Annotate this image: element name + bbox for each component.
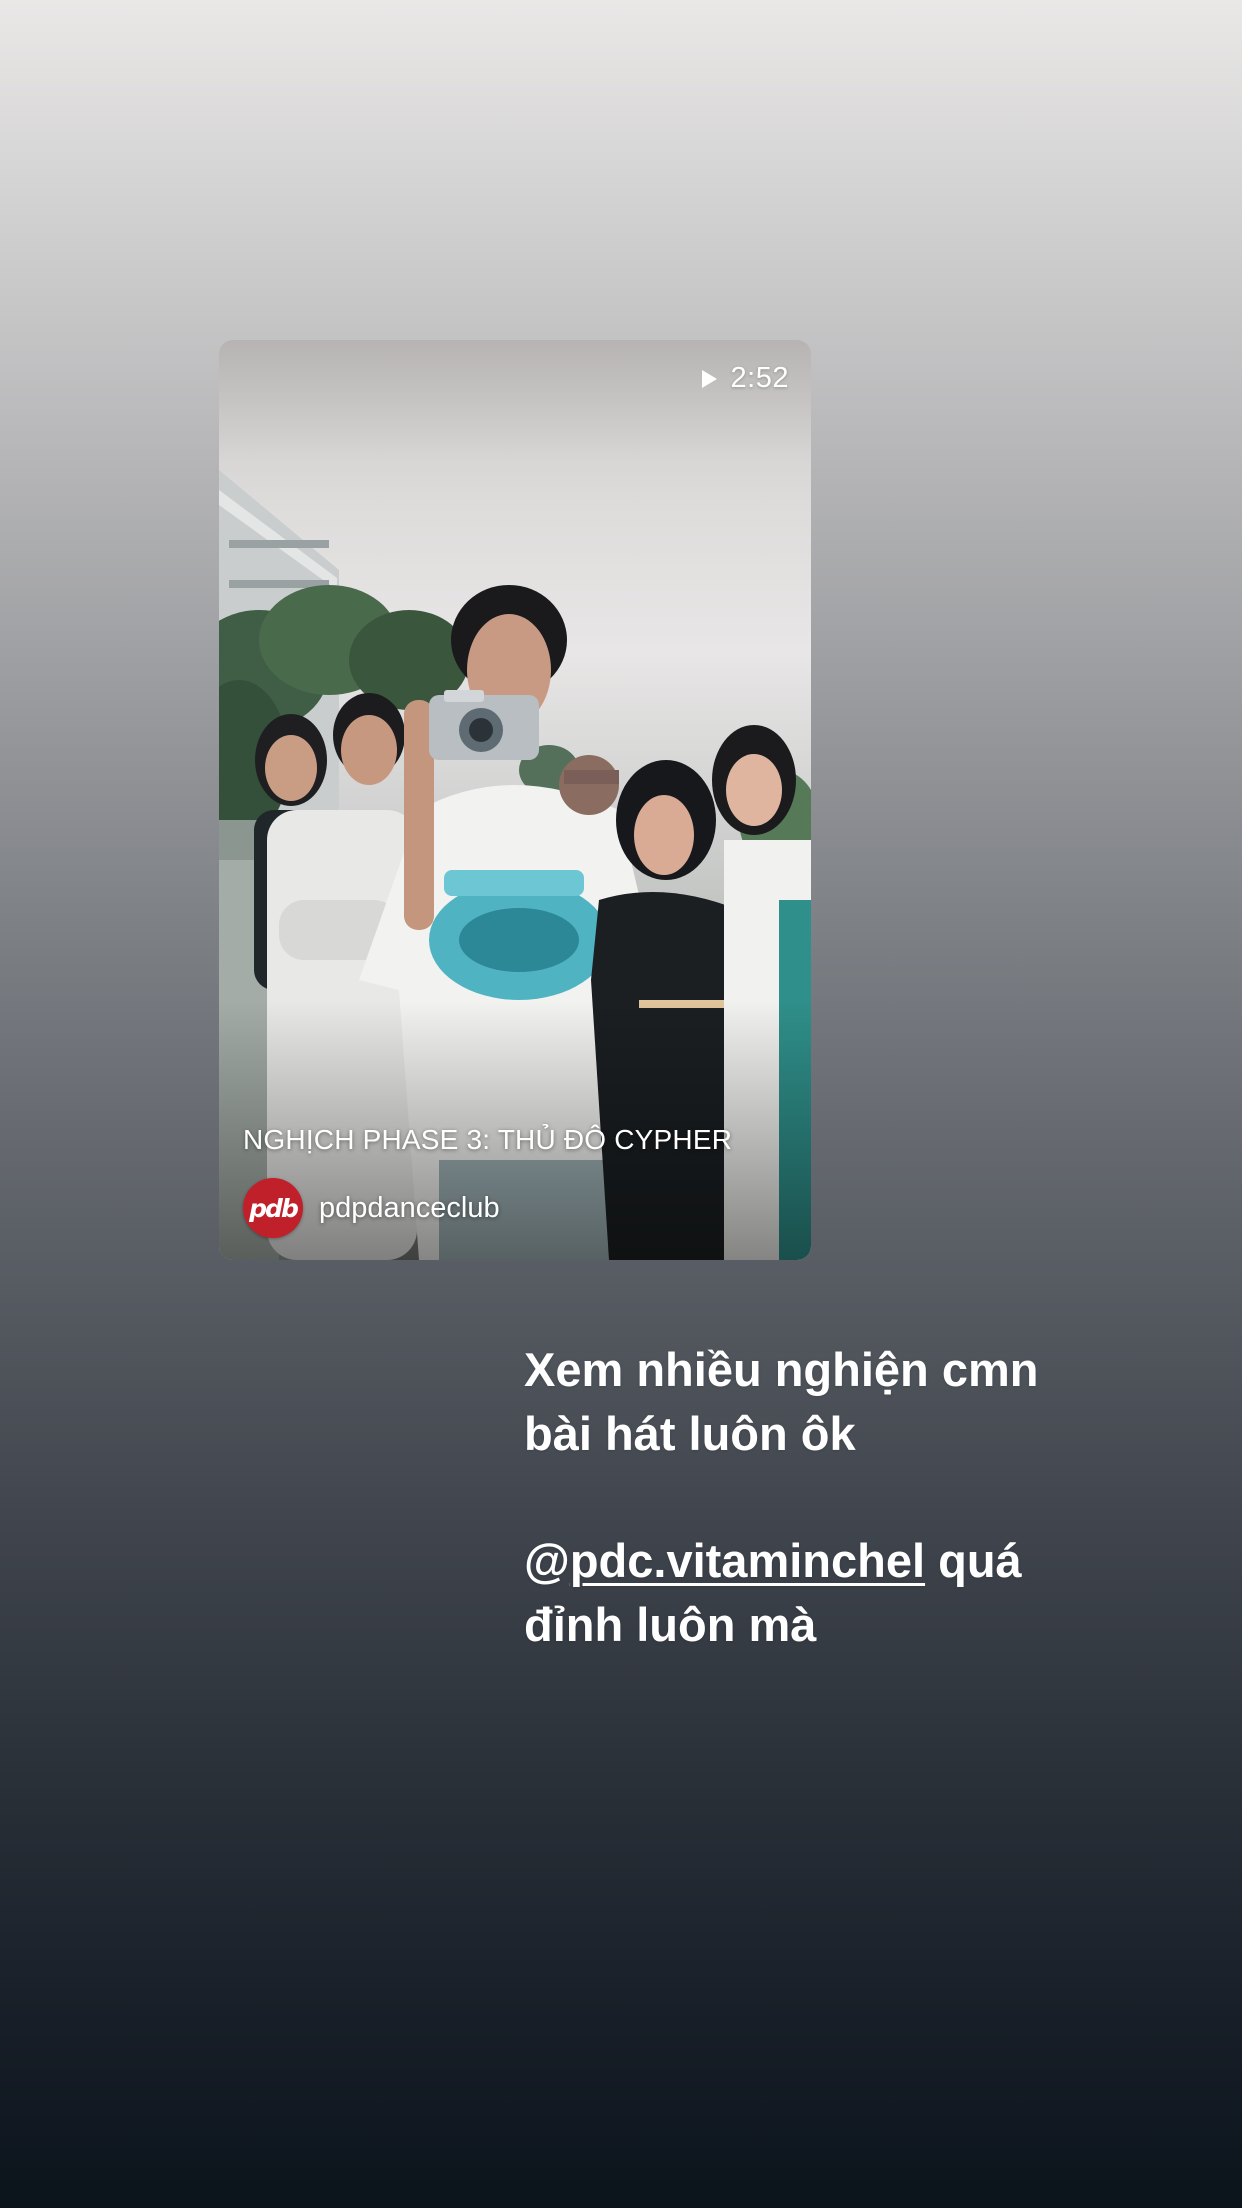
video-duration: 2:52	[730, 362, 789, 394]
channel-avatar[interactable]: pdb	[243, 1178, 303, 1238]
channel-avatar-logo: pdb	[249, 1193, 299, 1223]
video-title: NGHỊCH PHASE 3: THỦ ĐÔ CYPHER	[243, 1124, 733, 1155]
caption-line: đỉnh luôn mà	[524, 1598, 817, 1651]
caption-line: bài hát luôn ôk	[524, 1407, 856, 1460]
caption-line: Xem nhiều nghiện cmn	[524, 1343, 1039, 1396]
mention-link[interactable]: pdc.vitaminchel	[570, 1534, 925, 1587]
channel-row[interactable]: pdb pdpdanceclub	[243, 1178, 500, 1238]
story-caption: Xem nhiều nghiện cmn bài hát luôn ôk @pd…	[524, 1338, 1164, 1657]
play-icon	[701, 369, 717, 388]
shared-video-card[interactable]: 2:52 NGHỊCH PHASE 3: THỦ ĐÔ CYPHER pdb p…	[219, 340, 811, 1260]
mention-at-sign: @	[524, 1534, 570, 1587]
video-top-shade	[219, 340, 811, 460]
caption-line: @pdc.vitaminchel quá	[524, 1529, 1164, 1593]
duration-badge: 2:52	[701, 362, 789, 395]
caption-text: quá	[925, 1534, 1022, 1587]
channel-name[interactable]: pdpdanceclub	[319, 1192, 500, 1225]
